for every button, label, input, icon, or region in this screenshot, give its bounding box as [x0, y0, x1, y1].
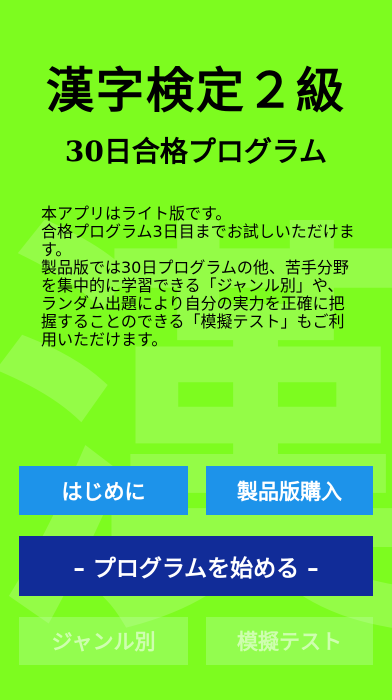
mock-test-button-label: 模擬テスト — [237, 630, 342, 654]
lite-version-description: 本アプリはライト版です。 合格プログラム3日目までお試しいただけます。 製品版で… — [41, 204, 355, 349]
start-program-button-label: – プログラムを始める – — [73, 556, 319, 582]
purchase-full-version-button[interactable]: 製品版購入 — [206, 466, 373, 515]
introduction-button[interactable]: はじめに — [19, 466, 188, 515]
app-title: 漢字検定２級 — [45, 63, 346, 119]
introduction-button-label: はじめに — [61, 479, 146, 504]
mock-test-button[interactable]: 模擬テスト — [206, 617, 373, 665]
genre-practice-button-label: ジャンル別 — [51, 630, 156, 654]
purchase-full-version-button-label: 製品版購入 — [237, 479, 342, 504]
app-subtitle: 30日合格プログラム — [64, 135, 328, 168]
start-program-button[interactable]: – プログラムを始める – — [19, 536, 373, 596]
genre-practice-button[interactable]: ジャンル別 — [19, 617, 188, 665]
